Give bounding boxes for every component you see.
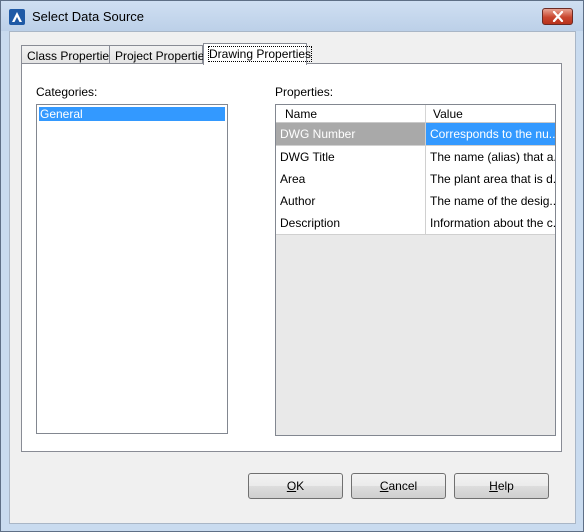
grid-header: Name Value	[276, 105, 555, 123]
tab-class-properties[interactable]: Class Properties	[21, 45, 115, 64]
table-row[interactable]: Description Information about the c...	[276, 212, 555, 235]
help-button[interactable]: Help	[454, 473, 549, 499]
close-icon	[552, 11, 564, 22]
tab-drawing-properties[interactable]: Drawing Properties	[203, 43, 313, 65]
property-value[interactable]: The plant area that is d...	[426, 168, 555, 190]
column-header-name[interactable]: Name	[276, 105, 426, 122]
dialog-client-area: Class Properties Project Properties Draw…	[9, 31, 576, 524]
column-header-value[interactable]: Value	[426, 105, 555, 122]
help-mnemonic: H	[489, 479, 498, 493]
property-name[interactable]: DWG Number	[276, 123, 426, 145]
window-title: Select Data Source	[32, 9, 145, 24]
tab-project-properties[interactable]: Project Properties	[109, 45, 210, 64]
categories-listbox[interactable]: General	[36, 104, 228, 434]
close-button[interactable]	[542, 8, 573, 25]
drawing-properties-panel: Categories: General Properties: Name Val…	[21, 63, 562, 452]
property-name[interactable]: Area	[276, 168, 426, 190]
categories-label: Categories:	[36, 85, 98, 99]
property-name[interactable]: Description	[276, 212, 426, 234]
property-value[interactable]: Corresponds to the nu...	[426, 123, 555, 145]
property-value[interactable]: The name (alias) that a...	[426, 146, 555, 168]
dialog-window: Select Data Source Class Properties Proj…	[0, 0, 584, 532]
tab-label: Drawing Properties	[207, 46, 313, 62]
list-item[interactable]: General	[39, 107, 225, 121]
tab-label: Project Properties	[115, 49, 211, 63]
cancel-button[interactable]: Cancel	[351, 473, 446, 499]
property-value[interactable]: Information about the c...	[426, 212, 555, 234]
table-row[interactable]: Author The name of the desig...	[276, 190, 555, 213]
cancel-label-rest: ancel	[388, 479, 418, 493]
table-row[interactable]: DWG Number Corresponds to the nu...	[276, 123, 555, 146]
tab-label: Class Properties	[27, 49, 116, 63]
ok-button[interactable]: OK	[248, 473, 343, 499]
property-name[interactable]: DWG Title	[276, 146, 426, 168]
table-row[interactable]: DWG Title The name (alias) that a...	[276, 146, 555, 169]
title-bar[interactable]: Select Data Source	[1, 1, 583, 31]
property-name[interactable]: Author	[276, 190, 426, 212]
property-value[interactable]: The name of the desig...	[426, 190, 555, 212]
autocad-app-icon	[9, 9, 25, 25]
ok-mnemonic: O	[286, 479, 297, 493]
table-row[interactable]: Area The plant area that is d...	[276, 168, 555, 191]
help-label-rest: elp	[497, 479, 514, 493]
properties-grid[interactable]: Name Value DWG Number Corresponds to the…	[275, 104, 556, 436]
ok-label-rest: K	[296, 479, 305, 493]
properties-label: Properties:	[275, 85, 334, 99]
